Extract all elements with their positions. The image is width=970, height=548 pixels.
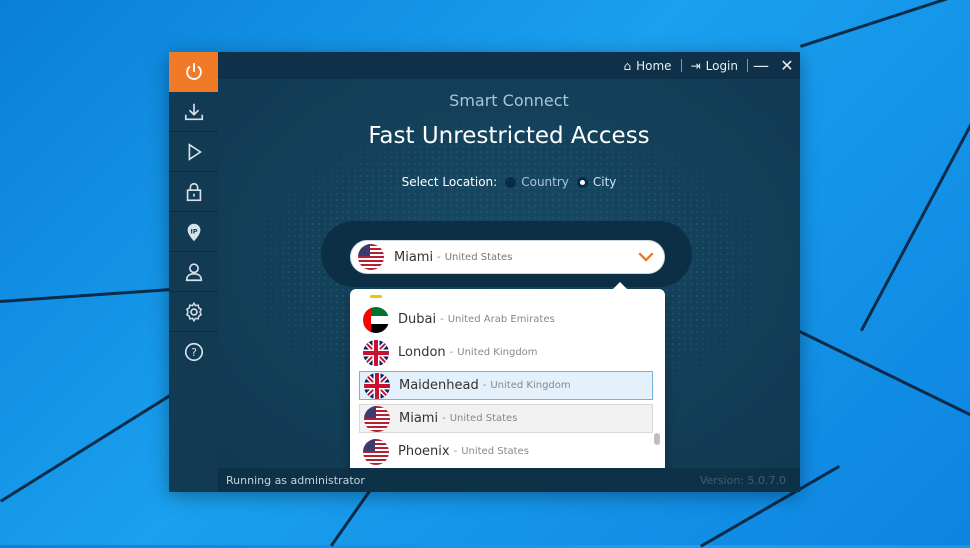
city-radio[interactable]: City (576, 175, 617, 189)
svg-text:?: ? (191, 346, 197, 359)
location-type-selector: Select Location: Country City (218, 175, 800, 189)
us-flag-icon (363, 438, 389, 465)
ip-location-icon: IP (187, 223, 200, 241)
help-icon: ? (184, 342, 203, 362)
wallpaper-line (800, 0, 970, 48)
power-icon (185, 62, 202, 80)
ip-button[interactable]: IP (169, 212, 218, 252)
statusbar: Running as administrator Version: 5.0.7.… (218, 468, 800, 492)
lock-button[interactable] (169, 172, 218, 212)
sidebar: IP ? (169, 52, 218, 492)
list-item-city: Miami (399, 411, 439, 426)
selected-city: Miami (394, 249, 434, 265)
list-item-maidenhead[interactable]: Maidenhead - United Kingdom (359, 371, 653, 400)
list-item-country: United Arab Emirates (447, 314, 555, 325)
minimize-button[interactable]: — (748, 56, 774, 75)
wallpaper-line (798, 330, 970, 421)
help-button[interactable]: ? (169, 332, 218, 372)
power-button[interactable] (169, 52, 218, 92)
close-icon: ✕ (780, 56, 794, 75)
radio-dot (505, 176, 517, 188)
list-item-miami[interactable]: Miami - United States (359, 404, 653, 433)
uk-flag-icon (363, 339, 389, 366)
list-item-city: Dubai (398, 312, 437, 327)
radio-dot (576, 176, 588, 188)
city-radio-label: City (592, 175, 617, 189)
settings-button[interactable] (169, 292, 218, 332)
list-item-city: London (398, 345, 446, 360)
vpn-app-window: IP ? ⌂ Home ⇥ Login — ✕ Smart Connect Fa… (169, 52, 800, 492)
close-button[interactable]: ✕ (774, 56, 800, 75)
list-item-separator: - (449, 347, 454, 358)
list-item-separator: - (482, 380, 487, 391)
login-icon: ⇥ (690, 58, 701, 73)
list-scrollbar[interactable] (654, 433, 660, 445)
partial-flag-icon (370, 295, 382, 298)
user-icon (185, 262, 202, 281)
account-button[interactable] (169, 252, 218, 292)
select-location-label: Select Location: (401, 175, 498, 189)
list-item-phoenix[interactable]: Phoenix - United States (359, 437, 653, 466)
country-radio[interactable]: Country (505, 175, 569, 189)
download-icon (184, 103, 203, 120)
mode-label: Smart Connect (449, 91, 569, 110)
download-button[interactable] (169, 92, 218, 132)
page-title: Fast Unrestricted Access (368, 123, 650, 149)
us-flag-icon (358, 244, 384, 270)
status-text: Running as administrator (226, 473, 365, 487)
home-link[interactable]: ⌂ Home (615, 59, 681, 73)
location-dropdown[interactable]: Miami - United States (350, 240, 665, 274)
uae-flag-icon (363, 306, 389, 333)
login-link[interactable]: ⇥ Login (682, 59, 747, 73)
titlebar: ⌂ Home ⇥ Login — ✕ (218, 52, 800, 79)
country-radio-label: Country (521, 175, 569, 189)
home-icon: ⌂ (623, 58, 632, 73)
lock-icon (186, 182, 201, 201)
list-item-country: United Kingdom (457, 347, 538, 358)
version-text: Version: 5.0.7.0 (699, 473, 786, 487)
list-item-country: United States (461, 446, 529, 457)
list-item-london[interactable]: London - United Kingdom (359, 338, 653, 367)
list-item-city: Maidenhead (399, 378, 479, 393)
list-item-separator: - (453, 446, 458, 457)
main-panel: Smart Connect Fast Unrestricted Access S… (218, 79, 800, 475)
play-button[interactable] (169, 132, 218, 172)
chevron-down-icon (638, 252, 654, 262)
minimize-icon: — (753, 56, 769, 75)
login-label: Login (705, 58, 738, 73)
list-item-country: United Kingdom (490, 380, 571, 391)
list-item-dubai[interactable]: Dubai - United Arab Emirates (359, 305, 653, 334)
location-list[interactable]: Dubai - United Arab Emirates London - Un… (350, 282, 665, 475)
us-flag-icon (364, 405, 390, 432)
home-label: Home (636, 58, 672, 73)
list-item-separator: - (440, 314, 444, 325)
gear-icon (185, 301, 202, 322)
uk-flag-icon (364, 372, 390, 399)
play-icon (188, 142, 202, 161)
selected-separator: - (437, 251, 441, 263)
list-item-separator: - (442, 413, 446, 424)
svg-text:IP: IP (190, 227, 197, 235)
list-item-city: Phoenix (398, 444, 450, 459)
selected-country: United States (444, 251, 513, 263)
list-item-country: United States (449, 413, 518, 424)
wallpaper-line (860, 100, 970, 332)
